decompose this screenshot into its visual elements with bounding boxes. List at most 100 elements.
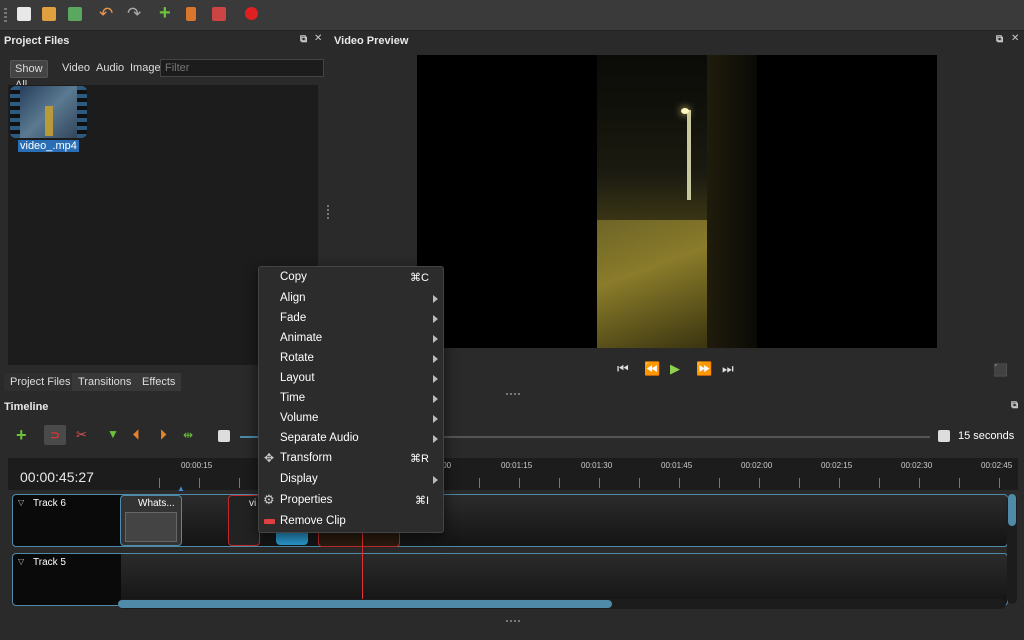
jump-start-icon[interactable]: ⏮	[617, 361, 629, 377]
tab-effects[interactable]: Effects	[136, 373, 182, 391]
main-toolbar: ↶ ↷ +	[0, 0, 1024, 31]
menu-item-properties[interactable]: ⚙ Properties ⌘I	[259, 491, 443, 511]
scrollbar-thumb[interactable]	[118, 600, 612, 608]
tab-project-files[interactable]: Project Files	[4, 373, 77, 391]
save-project-icon[interactable]	[68, 7, 82, 21]
fast-forward-icon[interactable]: ⏩	[696, 361, 712, 377]
previous-marker-icon[interactable]: ⏴	[133, 427, 140, 443]
profile-icon[interactable]	[186, 7, 196, 21]
open-project-icon[interactable]	[42, 7, 56, 21]
zoom-in-icon[interactable]	[938, 430, 950, 442]
menu-item-display[interactable]: Display	[259, 470, 443, 490]
video-preview-title: Video Preview	[334, 35, 409, 47]
remove-icon	[264, 519, 275, 524]
undo-icon[interactable]: ↶	[99, 4, 113, 24]
play-icon[interactable]: ▶	[670, 361, 680, 377]
context-menu: Copy ⌘C Align Fade Animate Rotate Layout…	[258, 266, 444, 533]
project-files-title: Project Files	[4, 35, 70, 47]
menu-item-animate[interactable]: Animate	[259, 329, 443, 349]
filter-show-all[interactable]: Show All	[10, 60, 48, 91]
clip-title: Whats...	[138, 498, 175, 509]
submenu-arrow-icon	[433, 335, 438, 343]
filter-video[interactable]: Video	[58, 60, 94, 76]
filter-image[interactable]: Image	[126, 60, 165, 76]
filter-audio[interactable]: Audio	[92, 60, 128, 76]
file-name[interactable]: video_.mp4	[18, 140, 79, 152]
submenu-arrow-icon	[433, 476, 438, 484]
video-frame	[417, 55, 937, 348]
magnet-icon: ⊃	[50, 428, 61, 442]
timecode: 00:00:45:27	[20, 469, 94, 485]
submenu-arrow-icon	[433, 415, 438, 423]
ruler-label: 00:02:00	[741, 461, 773, 470]
submenu-arrow-icon	[433, 395, 438, 403]
splitter-handle[interactable]	[506, 620, 520, 622]
ruler-label: 00:02:45	[981, 461, 1013, 470]
close-icon[interactable]: ✕	[314, 33, 322, 44]
add-marker-icon[interactable]: ▼	[107, 427, 119, 441]
ruler-label: 00:01:30	[581, 461, 613, 470]
timeline-clip[interactable]: Whats...	[120, 495, 182, 546]
submenu-arrow-icon	[433, 315, 438, 323]
tab-transitions[interactable]: Transitions	[72, 373, 138, 391]
ruler-label: 00:00:15	[181, 461, 213, 470]
menu-item-separate-audio[interactable]: Separate Audio	[259, 429, 443, 449]
filter-input[interactable]	[160, 59, 324, 77]
menu-item-align[interactable]: Align	[259, 289, 443, 309]
track-name: Track 5	[33, 557, 66, 568]
close-icon[interactable]: ✕	[1011, 33, 1019, 44]
submenu-arrow-icon	[433, 355, 438, 363]
razor-icon[interactable]: ✂	[76, 427, 87, 443]
menu-item-time[interactable]: Time	[259, 389, 443, 409]
undock-icon[interactable]: ⧉	[1011, 400, 1018, 411]
timeline-clip-selected[interactable]: vi	[228, 495, 260, 546]
export-icon[interactable]	[212, 7, 226, 21]
menu-item-fade[interactable]: Fade	[259, 309, 443, 329]
time-ruler[interactable]: 00:00:15 :00 00:01:15 00:01:30 00:01:45 …	[118, 458, 1018, 493]
scrollbar-thumb[interactable]	[1008, 494, 1016, 526]
menu-item-transform[interactable]: ✥ Transform ⌘R	[259, 449, 443, 469]
horizontal-scrollbar[interactable]	[118, 599, 1006, 609]
jump-end-icon[interactable]: ⏭	[722, 361, 734, 377]
submenu-arrow-icon	[433, 375, 438, 383]
center-playhead-icon[interactable]: ⇹	[183, 428, 193, 442]
transform-icon: ✥	[264, 451, 275, 465]
record-icon[interactable]	[245, 7, 258, 20]
next-marker-icon[interactable]: ⏵	[160, 427, 167, 443]
gear-icon: ⚙	[263, 492, 275, 507]
submenu-arrow-icon	[433, 295, 438, 303]
redo-icon[interactable]: ↷	[127, 4, 141, 24]
track-header[interactable]: ▽ Track 6	[13, 495, 121, 546]
menu-item-volume[interactable]: Volume	[259, 409, 443, 429]
splitter-handle[interactable]	[506, 393, 520, 395]
menu-item-rotate[interactable]: Rotate	[259, 349, 443, 369]
ruler-label: 00:02:15	[821, 461, 853, 470]
zoom-label: 15 seconds	[958, 430, 1015, 442]
import-files-icon[interactable]: +	[159, 2, 171, 25]
undock-icon[interactable]: ⧉	[300, 34, 307, 45]
track-name: Track 6	[33, 498, 66, 509]
menu-item-remove-clip[interactable]: Remove Clip	[259, 512, 443, 532]
timeline-title: Timeline	[4, 401, 49, 413]
ruler-label: 00:01:45	[661, 461, 693, 470]
camera-icon[interactable]: ⬛	[993, 363, 1008, 377]
rewind-icon[interactable]: ⏪	[644, 361, 660, 377]
ruler-label: 00:01:15	[501, 461, 533, 470]
new-project-icon[interactable]	[17, 7, 31, 21]
add-track-icon[interactable]: +	[16, 425, 27, 446]
playhead-marker-icon[interactable]: ▲	[177, 484, 185, 493]
zoom-out-icon[interactable]	[218, 430, 230, 442]
vertical-scrollbar[interactable]	[1007, 494, 1017, 604]
track-menu-icon[interactable]: ▽	[18, 498, 24, 507]
undock-icon[interactable]: ⧉	[996, 34, 1003, 45]
track-header[interactable]: ▽ Track 5	[13, 554, 121, 605]
clip-title: vi	[249, 498, 257, 509]
ruler-label: 00:02:30	[901, 461, 933, 470]
file-thumbnail[interactable]	[10, 86, 87, 138]
menu-item-layout[interactable]: Layout	[259, 369, 443, 389]
track-menu-icon[interactable]: ▽	[18, 557, 24, 566]
toolbar-grip[interactable]	[4, 8, 7, 22]
menu-item-copy[interactable]: Copy ⌘C	[259, 268, 443, 288]
submenu-arrow-icon	[433, 435, 438, 443]
splitter-handle[interactable]	[327, 205, 329, 221]
